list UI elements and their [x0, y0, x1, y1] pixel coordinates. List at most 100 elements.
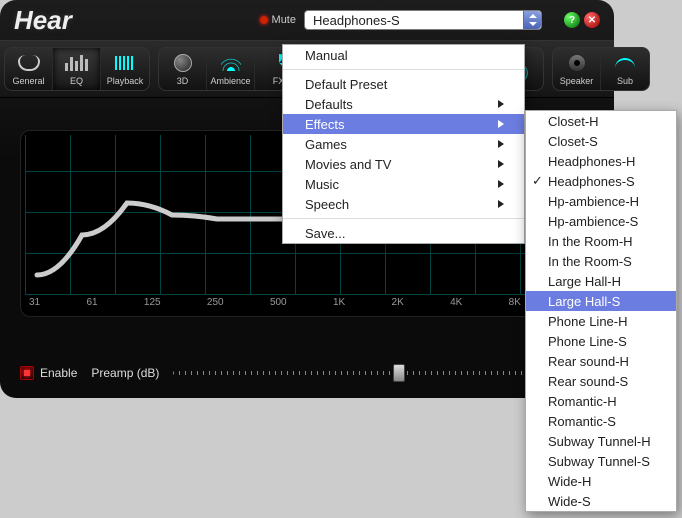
submenu-item-label: Romantic-S: [548, 414, 616, 429]
preamp-slider[interactable]: [173, 366, 551, 380]
submenu-item-romantic-s[interactable]: Romantic-S: [526, 411, 676, 431]
tab-speaker[interactable]: Speaker: [553, 48, 601, 90]
tab-eq[interactable]: EQ: [53, 48, 101, 90]
tab-general[interactable]: General: [5, 48, 53, 90]
menu-item-default-preset[interactable]: Default Preset: [283, 74, 524, 94]
check-icon: ✓: [532, 173, 543, 189]
submenu-item-label: Phone Line-S: [548, 334, 627, 349]
submenu-item-label: Headphones-S: [548, 174, 635, 189]
tab-playback[interactable]: Playback: [101, 48, 149, 90]
menu-item-manual[interactable]: Manual: [283, 45, 524, 65]
submenu-item-rear-sound-h[interactable]: Rear sound-H: [526, 351, 676, 371]
submenu-item-in-the-room-s[interactable]: In the Room-S: [526, 251, 676, 271]
submenu-item-headphones-s[interactable]: ✓ Headphones-S: [526, 171, 676, 191]
submenu-item-label: Rear sound-H: [548, 354, 629, 369]
submenu-item-label: Wide-H: [548, 474, 591, 489]
3d-icon: [170, 52, 196, 74]
freq-label: 8K: [509, 297, 521, 308]
submenu-item-hp-ambience-s[interactable]: Hp-ambience-S: [526, 211, 676, 231]
tab-label: General: [12, 76, 44, 86]
titlebar: Hear Mute Headphones-S ? ✕: [0, 0, 614, 40]
submenu-item-rear-sound-s[interactable]: Rear sound-S: [526, 371, 676, 391]
freq-label: 500: [270, 297, 287, 308]
submenu-item-label: In the Room-H: [548, 234, 633, 249]
menu-item-speech[interactable]: Speech: [283, 194, 524, 214]
preset-dropdown[interactable]: Headphones-S: [304, 10, 542, 30]
submenu-item-phone-line-s[interactable]: Phone Line-S: [526, 331, 676, 351]
tab-label: Speaker: [560, 76, 594, 86]
speaker-icon: [564, 52, 590, 74]
menu-item-effects[interactable]: Effects: [283, 114, 524, 134]
submenu-item-label: Wide-S: [548, 494, 591, 509]
eq-icon: [64, 52, 90, 74]
submenu-item-label: Romantic-H: [548, 394, 617, 409]
freq-label: 61: [86, 297, 97, 308]
dropdown-stepper-icon[interactable]: [523, 11, 541, 29]
preset-selected-label: Headphones-S: [313, 13, 400, 28]
tab-ambience[interactable]: Ambience: [207, 48, 255, 90]
freq-label: 125: [144, 297, 161, 308]
mute-label: Mute: [272, 14, 296, 26]
submenu-item-romantic-h[interactable]: Romantic-H: [526, 391, 676, 411]
submenu-item-label: Subway Tunnel-S: [548, 454, 650, 469]
submenu-item-label: Headphones-H: [548, 154, 635, 169]
submenu-item-label: Closet-H: [548, 114, 599, 129]
tab-label: Sub: [617, 76, 633, 86]
menu-separator: [283, 69, 524, 70]
slider-thumb[interactable]: [393, 364, 405, 382]
menu-item-movies-and-tv[interactable]: Movies and TV: [283, 154, 524, 174]
freq-label: 4K: [450, 297, 462, 308]
sub-icon: [612, 52, 638, 74]
close-button[interactable]: ✕: [584, 12, 600, 28]
submenu-item-headphones-h[interactable]: Headphones-H: [526, 151, 676, 171]
tab-3d[interactable]: 3D: [159, 48, 207, 90]
freq-label: 2K: [392, 297, 404, 308]
submenu-item-label: Large Hall-H: [548, 274, 621, 289]
submenu-item-large-hall-s[interactable]: Large Hall-S: [526, 291, 676, 311]
submenu-item-label: Hp-ambience-H: [548, 194, 639, 209]
enable-label: Enable: [40, 366, 77, 380]
submenu-item-in-the-room-h[interactable]: In the Room-H: [526, 231, 676, 251]
submenu-item-label: Subway Tunnel-H: [548, 434, 651, 449]
freq-label: 250: [207, 297, 224, 308]
submenu-item-label: Phone Line-H: [548, 314, 628, 329]
submenu-item-closet-s[interactable]: Closet-S: [526, 131, 676, 151]
freq-axis-labels: 31611252505001K2K4K8K16K: [25, 295, 589, 312]
menu-item-music[interactable]: Music: [283, 174, 524, 194]
effects-submenu[interactable]: Closet-H Closet-S Headphones-H ✓ Headphones-…: [525, 110, 677, 512]
preset-menu[interactable]: Manual Default PresetDefaultsEffectsGames…: [282, 44, 525, 244]
menu-item-defaults[interactable]: Defaults: [283, 94, 524, 114]
menu-separator: [283, 218, 524, 219]
ambience-icon: [218, 52, 244, 74]
tab-label: EQ: [70, 76, 83, 86]
submenu-item-large-hall-h[interactable]: Large Hall-H: [526, 271, 676, 291]
mute-led-icon: [260, 16, 268, 24]
enable-checkbox-icon[interactable]: [20, 366, 34, 380]
help-button[interactable]: ?: [564, 12, 580, 28]
tab-label: Playback: [107, 76, 144, 86]
submenu-item-wide-h[interactable]: Wide-H: [526, 471, 676, 491]
freq-label: 31: [29, 297, 40, 308]
tab-label: 3D: [177, 76, 189, 86]
submenu-item-hp-ambience-h[interactable]: Hp-ambience-H: [526, 191, 676, 211]
slider-track-icon: [173, 371, 551, 375]
mute-toggle[interactable]: Mute: [260, 14, 296, 26]
bottom-controls: Enable Preamp (dB) 2.6: [20, 364, 594, 382]
playback-icon: [112, 52, 138, 74]
submenu-item-label: In the Room-S: [548, 254, 632, 269]
submenu-item-label: Rear sound-S: [548, 374, 628, 389]
general-icon: [16, 52, 42, 74]
submenu-item-label: Closet-S: [548, 134, 598, 149]
enable-toggle[interactable]: Enable: [20, 366, 77, 380]
menu-item-games[interactable]: Games: [283, 134, 524, 154]
submenu-item-wide-s[interactable]: Wide-S: [526, 491, 676, 511]
submenu-item-label: Hp-ambience-S: [548, 214, 638, 229]
tab-sub[interactable]: Sub: [601, 48, 649, 90]
app-title: Hear: [14, 5, 72, 36]
submenu-item-label: Large Hall-S: [548, 294, 620, 309]
submenu-item-closet-h[interactable]: Closet-H: [526, 111, 676, 131]
submenu-item-phone-line-h[interactable]: Phone Line-H: [526, 311, 676, 331]
menu-item-save-[interactable]: Save...: [283, 223, 524, 243]
submenu-item-subway-tunnel-h[interactable]: Subway Tunnel-H: [526, 431, 676, 451]
submenu-item-subway-tunnel-s[interactable]: Subway Tunnel-S: [526, 451, 676, 471]
